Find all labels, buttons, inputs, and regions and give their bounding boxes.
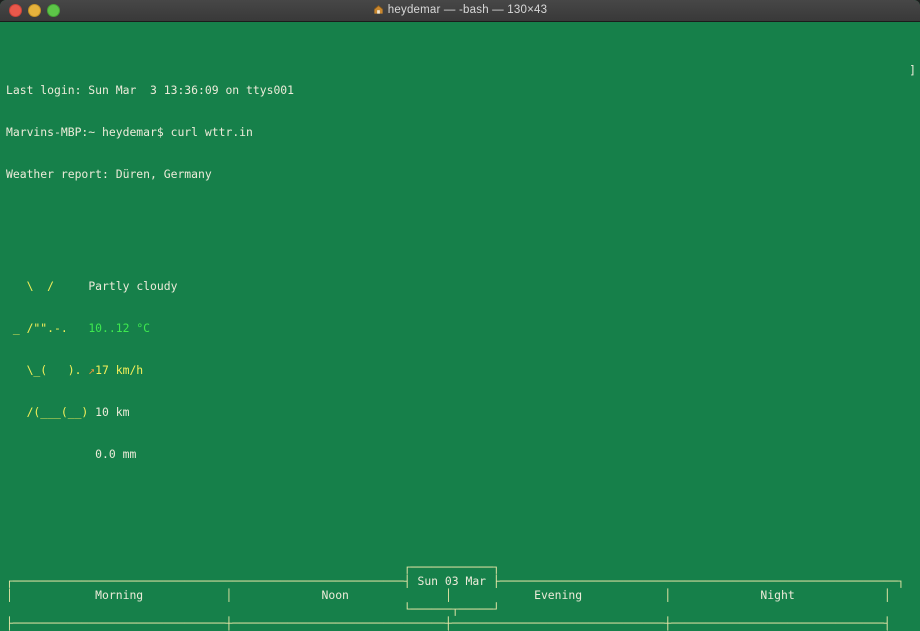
last-login-line: Last login: Sun Mar 3 13:36:09 on ttys00… xyxy=(6,83,295,98)
terminal-content[interactable]: Last login: Sun Mar 3 13:36:09 on ttys00… xyxy=(0,22,920,631)
current-conditions-line-5: 0.0 mm xyxy=(95,447,137,462)
maximize-window-button[interactable] xyxy=(47,4,60,17)
command-line: Marvins-MBP:~ heydemar$ curl wttr.in xyxy=(6,125,253,140)
close-window-button[interactable] xyxy=(9,4,22,17)
weather-report-header: Weather report: Düren, Germany xyxy=(6,167,212,182)
blank-line-1 xyxy=(6,209,920,223)
forecast-line: │ Morning │ Noon │ Evening │ Night │ xyxy=(6,587,891,602)
forecast-day-table: ┌────────────┐ ┌─────────────────────────… xyxy=(6,560,920,631)
forecast-line: └──────┬─────┘ xyxy=(6,601,500,616)
forecast-line: ┌───────────────────────────────────────… xyxy=(6,573,905,588)
blank-line-2 xyxy=(6,490,920,504)
window-titlebar[interactable]: heydemar — -bash — 130×43 xyxy=(0,0,920,22)
forecast-line: ├───────────────────────────────┼───────… xyxy=(6,615,891,630)
home-icon xyxy=(373,4,384,18)
current-conditions-line-3: \_( ). ↗17 km/h xyxy=(6,363,144,378)
current-conditions-line-1: \ / Partly cloudy xyxy=(6,279,178,294)
window-title: heydemar — -bash — 130×43 xyxy=(387,3,548,16)
forecast-tables: ┌────────────┐ ┌─────────────────────────… xyxy=(6,560,920,631)
minimize-window-button[interactable] xyxy=(28,4,41,17)
current-conditions-line-4: /(___(__) 10 km xyxy=(6,405,130,420)
traffic-lights xyxy=(9,4,60,17)
window-title-container: heydemar — -bash — 130×43 xyxy=(0,4,920,18)
right-edge-artifact: ] xyxy=(909,63,916,77)
terminal-window: heydemar — -bash — 130×43 Last login: Su… xyxy=(0,0,920,631)
forecast-line: ┌────────────┐ xyxy=(6,559,500,574)
current-conditions-line-2: _ /"".-. 10..12 °C xyxy=(6,321,151,336)
